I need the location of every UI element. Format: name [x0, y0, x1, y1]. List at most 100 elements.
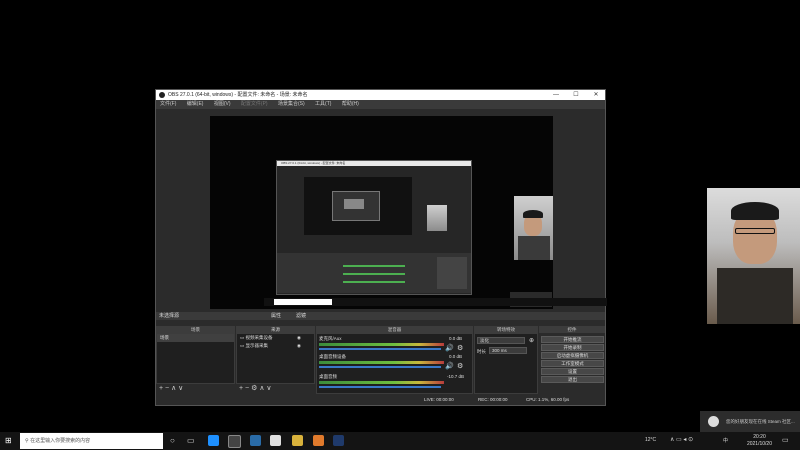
- add-transition-icon[interactable]: ⊕: [529, 337, 534, 344]
- menu-view[interactable]: 视图(V): [214, 100, 231, 109]
- properties-button[interactable]: 属性: [271, 312, 281, 320]
- menu-tools[interactable]: 工具(T): [315, 100, 331, 109]
- explorer-icon[interactable]: [292, 435, 303, 446]
- minimize-button[interactable]: —: [549, 90, 563, 100]
- cortana-icon[interactable]: ▭: [187, 436, 195, 445]
- scenes-list[interactable]: 场景: [156, 333, 235, 384]
- gear-icon[interactable]: ⚙: [251, 385, 257, 392]
- app-icon[interactable]: [270, 435, 281, 446]
- settings-button[interactable]: 设置: [541, 368, 604, 375]
- glasses: [735, 228, 775, 234]
- ime-indicator[interactable]: 中: [723, 437, 728, 444]
- studio-mode-button[interactable]: 工作室模式: [541, 360, 604, 367]
- source-toolbar: 未选择源 属性 滤镜: [156, 312, 605, 320]
- maximize-button[interactable]: ☐: [569, 90, 583, 100]
- steam-notification[interactable]: 您的好朋友现在在线 Steam 社区...: [700, 411, 800, 433]
- audio-mixer: 麦克风/Aux 0.0 dB 🔊 ⚙ 桌面音频设备 0.0 dB 🔊 ⚙ 桌面音…: [316, 333, 473, 394]
- clock-date: 2021/10/20: [746, 441, 772, 447]
- source-up-button[interactable]: ∧: [259, 385, 264, 392]
- source-item-display-capture[interactable]: ▭ 显示器采集 ◉: [237, 342, 314, 350]
- nested-obs-capture: OBS 27.0.1 (64-bit, windows) - 配置文件: 未命名: [276, 160, 472, 295]
- speaker-icon[interactable]: 🔊: [445, 362, 454, 370]
- webcam-overlay: [707, 188, 800, 324]
- sources-tools: + − ⚙ ∧ ∨: [236, 384, 315, 394]
- mixer-channel-3-meter: [319, 381, 444, 384]
- obs-window[interactable]: OBS 27.0.1 (64-bit, windows) - 配置文件: 未命名…: [155, 89, 607, 406]
- start-streaming-button[interactable]: 开始推流: [541, 336, 604, 343]
- mixer-channel-2-slider[interactable]: [319, 366, 441, 368]
- source-down-button[interactable]: ∨: [266, 385, 271, 392]
- scenes-header: 场景: [156, 326, 235, 333]
- tray-icons[interactable]: ∧ ▭ ◂ ⊙: [670, 436, 693, 443]
- app-icon[interactable]: [333, 435, 344, 446]
- steam-taskbar-icon[interactable]: [250, 435, 261, 446]
- windows-taskbar: ⊞ ⚲ 在这里输入你要搜索的内容 ○ ▭ 12°C ∧ ▭ ◂ ⊙ 中 20:2…: [0, 432, 800, 450]
- eye-icon[interactable]: ◉: [297, 334, 301, 342]
- mixer-channel-3-name: 桌面音频: [319, 374, 337, 379]
- nested-docks: [277, 253, 471, 293]
- weather-temp[interactable]: 12°C: [645, 437, 656, 443]
- transitions-panel: 淡化 ⊕ 时长 300 ms: [474, 333, 538, 394]
- steam-icon: [708, 416, 719, 427]
- start-virtual-camera-button[interactable]: 启动虚拟摄像机: [541, 352, 604, 359]
- status-bar: LIVE: 00:00:00 REC: 00:00:00 CPU: 1.1%, …: [156, 395, 605, 405]
- scene-up-button[interactable]: ∧: [171, 385, 176, 392]
- exit-button[interactable]: 退出: [541, 376, 604, 383]
- taskbar-search[interactable]: ⚲ 在这里输入你要搜索的内容: [20, 433, 163, 449]
- start-recording-button[interactable]: 开始录制: [541, 344, 604, 351]
- transition-select[interactable]: 淡化: [477, 337, 525, 344]
- title-bar[interactable]: OBS 27.0.1 (64-bit, windows) - 配置文件: 未命名…: [156, 90, 605, 100]
- scenes-tools: + − ∧ ∨: [156, 384, 235, 394]
- speaker-icon[interactable]: 🔊: [445, 344, 454, 352]
- mixer-channel-2-db: 0.0 dB: [449, 354, 463, 359]
- windows-start-icon[interactable]: ⊞: [5, 437, 12, 445]
- preview-canvas[interactable]: OBS 27.0.1 (64-bit, windows) - 配置文件: 未命名: [210, 116, 607, 309]
- menu-help[interactable]: 帮助(H): [342, 100, 359, 109]
- cpu-status: CPU: 1.1%, 60.00 fps: [526, 397, 570, 402]
- eye-icon[interactable]: ◉: [297, 342, 301, 350]
- obs-logo-icon: [159, 92, 165, 98]
- duration-input[interactable]: 300 ms: [489, 347, 527, 354]
- nested-title: OBS 27.0.1 (64-bit, windows) - 配置文件: 未命名: [281, 161, 346, 165]
- close-button[interactable]: ✕: [589, 90, 603, 100]
- search-icon: ⚲: [25, 438, 29, 444]
- taskbar-clock[interactable]: 20:20 2021/10/20: [747, 434, 772, 448]
- menu-edit[interactable]: 编辑(E): [187, 100, 204, 109]
- controls-header: 控件: [539, 326, 605, 333]
- notification-text: 您的好朋友现在在线 Steam 社区...: [726, 419, 795, 424]
- transitions-header: 转场特效: [474, 326, 538, 333]
- scene-item[interactable]: 场景: [157, 334, 234, 342]
- preview-area[interactable]: OBS 27.0.1 (64-bit, windows) - 配置文件: 未命名: [156, 109, 607, 312]
- clock-time: 20:20: [753, 434, 766, 440]
- notification-center-icon[interactable]: ▭: [782, 436, 789, 444]
- mixer-channel-3-slider[interactable]: [319, 386, 441, 388]
- add-scene-button[interactable]: +: [159, 385, 163, 392]
- mixer-channel-2-meter: [319, 361, 444, 364]
- rec-status: REC: 00:00:00: [478, 397, 508, 402]
- sources-list[interactable]: ▭ 视频采集设备 ◉ ▭ 显示器采集 ◉: [236, 333, 315, 384]
- menu-profile[interactable]: 配置文件(P): [241, 100, 268, 109]
- app-icon[interactable]: [313, 435, 324, 446]
- mixer-channel-1-slider[interactable]: [319, 348, 441, 350]
- mixer-channel-1-name: 麦克风/Aux: [319, 336, 342, 341]
- scene-down-button[interactable]: ∨: [178, 385, 183, 392]
- sources-header: 来源: [236, 326, 315, 333]
- menu-bar: 文件(F) 编辑(E) 视图(V) 配置文件(P) 场景集合(S) 工具(T) …: [156, 100, 605, 109]
- remove-source-button[interactable]: −: [245, 385, 249, 392]
- captured-taskbar: [264, 298, 607, 306]
- obs-taskbar-icon[interactable]: [228, 435, 241, 448]
- menu-scene-collection[interactable]: 场景集合(S): [278, 100, 305, 109]
- mixer-channel-3-db: -10.7 dB: [447, 374, 465, 379]
- source-item-video-capture[interactable]: ▭ 视频采集设备 ◉: [237, 334, 314, 342]
- duration-label: 时长: [477, 349, 486, 354]
- webcam-source: [514, 196, 553, 260]
- remove-scene-button[interactable]: −: [165, 385, 169, 392]
- task-view-icon[interactable]: ○: [170, 436, 175, 445]
- gear-icon[interactable]: ⚙: [457, 362, 463, 370]
- no-source-label: 未选择源: [159, 313, 180, 319]
- menu-file[interactable]: 文件(F): [160, 100, 176, 109]
- filters-button[interactable]: 滤镜: [296, 312, 306, 320]
- edge-icon[interactable]: [208, 435, 219, 446]
- gear-icon[interactable]: ⚙: [457, 344, 463, 352]
- add-source-button[interactable]: +: [239, 385, 243, 392]
